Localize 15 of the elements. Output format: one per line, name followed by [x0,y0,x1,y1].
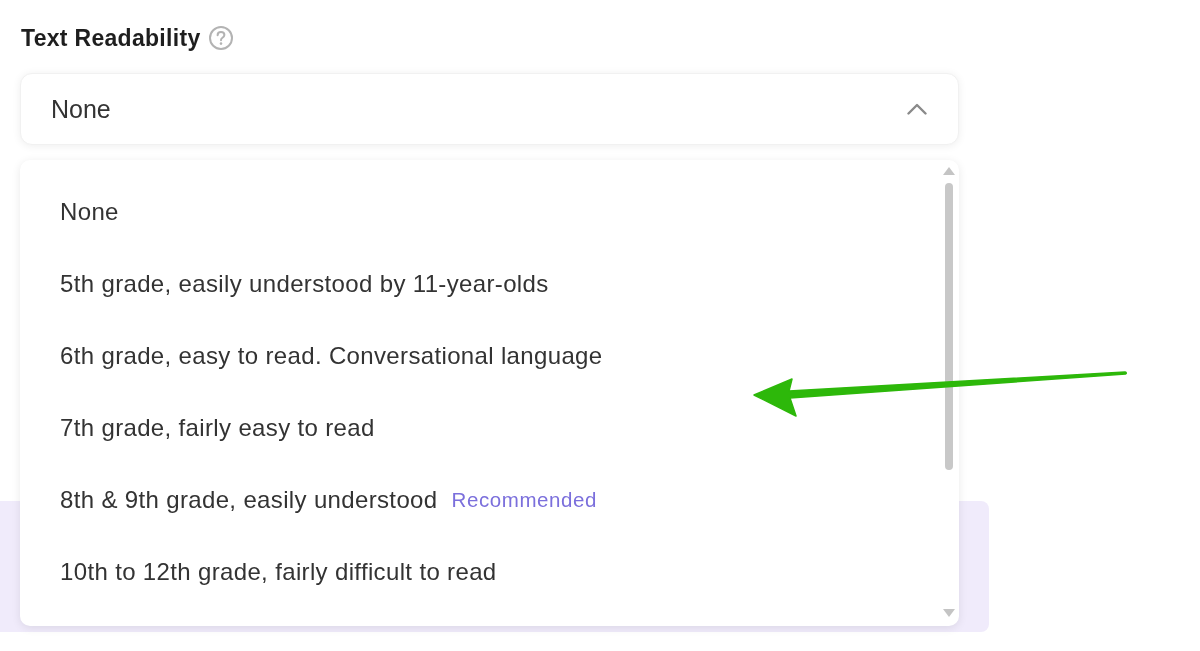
dropdown-option[interactable]: 10th to 12th grade, fairly difficult to read [20,536,942,608]
dropdown-option[interactable]: None [20,176,942,248]
dropdown-option[interactable]: 5th grade, easily understood by 11-year-olds [20,248,942,320]
scroll-up-icon[interactable] [943,167,955,175]
dropdown-option[interactable]: 7th grade, fairly easy to read [20,392,942,464]
dropdown-option[interactable]: 8th & 9th grade, easily understood Recommended [20,464,942,536]
option-label: 8th & 9th grade, easily understood [60,486,438,514]
readability-select[interactable]: None [20,73,959,145]
help-icon[interactable] [209,26,234,50]
scrollbar-thumb[interactable] [945,183,953,470]
select-value: None [51,94,111,124]
scroll-down-icon[interactable] [943,609,955,617]
dropdown-option[interactable]: 6th grade, easy to read. Conversational language [20,320,942,392]
field-label: Text Readability [21,24,201,52]
recommended-tag: Recommended [451,488,598,512]
